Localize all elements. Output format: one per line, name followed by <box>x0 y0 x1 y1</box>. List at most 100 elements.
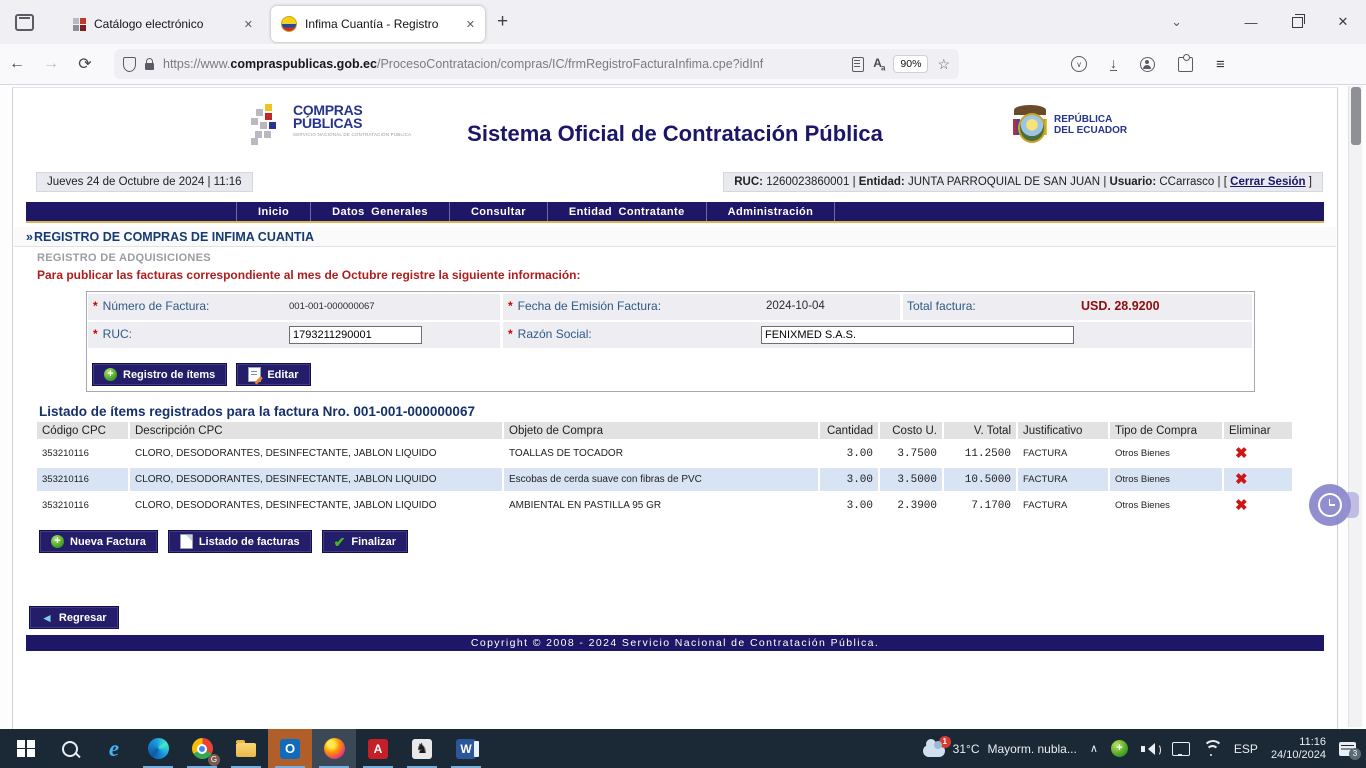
window-close-button[interactable]: ✕ <box>1320 0 1366 44</box>
notification-center-icon[interactable]: 3 <box>1339 742 1356 756</box>
tracking-shield-icon[interactable] <box>123 57 136 72</box>
total-value: USD. 28.9200 <box>1081 299 1160 313</box>
edge-icon <box>148 738 169 759</box>
tab-infima-cuantia[interactable]: Infima Cuantía - Registro ✕ <box>271 6 485 42</box>
translate-icon[interactable]: Aa <box>873 56 884 72</box>
taskbar-file-explorer[interactable] <box>224 729 268 768</box>
taskbar-acrobat[interactable]: A <box>356 729 400 768</box>
display-connect-icon[interactable] <box>1172 742 1190 756</box>
breadcrumb: » REGISTRO DE COMPRAS DE INFIMA CUANTIA <box>14 227 1336 247</box>
bird-app-icon: ♞ <box>412 739 432 759</box>
downloads-icon[interactable]: ↓ <box>1110 57 1117 71</box>
list-tabs-chevron-icon[interactable]: ⌄ <box>1171 14 1182 30</box>
nav-item-inicio[interactable]: Inicio <box>236 202 310 221</box>
scrollbar-thumb[interactable] <box>1351 87 1361 145</box>
extensions-icon[interactable] <box>1178 57 1193 72</box>
search-icon <box>62 741 78 757</box>
edit-button[interactable]: Editar <box>236 363 310 386</box>
ecuador-coat-of-arms-icon <box>1013 105 1047 145</box>
weather-alert-badge: 1 <box>939 736 951 748</box>
plus-icon: + <box>51 535 64 548</box>
finish-button[interactable]: ✔Finalizar <box>322 530 408 553</box>
window-minimize-button[interactable]: — <box>1228 0 1274 44</box>
wifi-icon[interactable] <box>1203 742 1221 756</box>
ecuador-favicon <box>281 16 297 32</box>
account-icon[interactable] <box>1140 57 1155 72</box>
taskbar-outlook-active[interactable]: O <box>268 729 312 768</box>
chrome-profile-badge: G <box>208 754 220 766</box>
taskbar-projectlibre[interactable]: ♞ <box>400 729 444 768</box>
back-button[interactable]: ← <box>0 55 34 73</box>
delete-item-icon[interactable]: ✖ <box>1235 446 1248 461</box>
table-row: 353210116 CLORO, DESODORANTES, DESINFECT… <box>37 441 1293 467</box>
address-bar[interactable]: https://www.compraspublicas.gob.ec/Proce… <box>114 49 959 79</box>
page-title: Sistema Oficial de Contratación Pública <box>13 121 1337 147</box>
invoice-number-label: *Número de Factura: <box>93 299 209 313</box>
lock-icon[interactable] <box>145 63 154 70</box>
reader-mode-icon[interactable] <box>852 57 864 72</box>
tab-close-icon[interactable]: ✕ <box>244 18 253 31</box>
nav-item-entidad-contratante[interactable]: Entidad Contratante <box>547 202 706 221</box>
taskbar-internet-explorer[interactable]: e <box>92 729 136 768</box>
language-indicator[interactable]: ESP <box>1234 742 1258 756</box>
weather-widget[interactable]: 1 31°C Mayorm. nubla... <box>923 740 1077 757</box>
tab-close-icon[interactable]: ✕ <box>466 18 475 31</box>
outlook-icon: O <box>280 739 300 759</box>
nav-gold-underline <box>26 221 1324 223</box>
zoom-level-badge[interactable]: 90% <box>893 55 928 73</box>
register-items-button[interactable]: +Registro de ítems <box>92 363 227 386</box>
window-restore-button[interactable] <box>1274 0 1320 44</box>
ruc-input[interactable] <box>289 326 422 344</box>
items-list-title: Listado de ítems registrados para la fac… <box>39 404 475 419</box>
breadcrumb-title: REGISTRO DE COMPRAS DE INFIMA CUANTIA <box>34 230 314 244</box>
weather-desc: Mayorm. nubla... <box>987 742 1076 756</box>
hamburger-menu-icon[interactable]: ≡ <box>1216 56 1225 73</box>
start-button[interactable] <box>4 729 48 768</box>
ruc-label: *RUC: <box>93 327 132 341</box>
taskbar-word[interactable]: W <box>444 729 488 768</box>
tray-expand-chevron-icon[interactable]: ∧ <box>1090 742 1098 755</box>
new-invoice-button[interactable]: +Nueva Factura <box>39 530 158 553</box>
tray-time: 11:16 <box>1271 736 1326 749</box>
nav-item-datos-generales[interactable]: Datos Generales <box>310 202 449 221</box>
tab-catalogo-electronico[interactable]: Catálogo electrónico ✕ <box>63 6 263 42</box>
nav-item-administracion[interactable]: Administración <box>706 202 836 221</box>
volume-icon[interactable] <box>1141 742 1159 756</box>
page-viewport: COMPRASPÚBLICAS SERVICIO NACIONAL DE CON… <box>0 85 1366 729</box>
taskbar-clock[interactable]: 11:16 24/10/2024 <box>1271 736 1326 762</box>
windows-taskbar: e G O A ♞ W 1 31°C Mayorm. nubla... ∧ + … <box>0 729 1366 768</box>
col-tipo-compra: Tipo de Compra <box>1109 422 1223 441</box>
delete-item-icon[interactable]: ✖ <box>1235 472 1248 487</box>
delete-item-icon[interactable]: ✖ <box>1235 498 1248 513</box>
new-tab-button[interactable]: + <box>497 11 508 33</box>
taskbar-edge[interactable] <box>136 729 180 768</box>
pocket-icon[interactable]: ∨ <box>1071 56 1087 72</box>
taskbar-chrome[interactable]: G <box>180 729 224 768</box>
back-page-button[interactable]: ◄Regresar <box>29 606 119 629</box>
firefox-view-button[interactable] <box>9 7 39 37</box>
taskbar-firefox-active[interactable] <box>312 729 356 768</box>
invoice-list-button[interactable]: Listado de facturas <box>168 530 312 553</box>
bookmark-star-icon[interactable]: ☆ <box>937 56 950 73</box>
firefox-view-icon <box>15 14 34 31</box>
reload-button[interactable]: ⟳ <box>68 54 102 74</box>
tray-date: 24/10/2024 <box>1271 749 1326 762</box>
edit-icon <box>248 367 261 382</box>
date-time-box: Jueves 24 de Octubre de 2024 | 11:16 <box>36 172 253 192</box>
taskbar-search-button[interactable] <box>48 729 92 768</box>
nav-item-consultar[interactable]: Consultar <box>449 202 547 221</box>
logout-link[interactable]: Cerrar Sesión <box>1230 176 1305 188</box>
windows-logo-icon <box>17 740 35 758</box>
weather-temp: 31°C <box>953 742 980 756</box>
forward-button[interactable]: → <box>34 55 68 73</box>
clock-icon <box>1318 493 1342 517</box>
page-scrollbar[interactable] <box>1348 86 1362 727</box>
col-justificativo: Justificativo <box>1017 422 1109 441</box>
col-cantidad: Cantidad <box>819 422 879 441</box>
total-label: Total factura: <box>907 299 976 313</box>
back-arrow-icon: ◄ <box>41 612 53 624</box>
razon-social-input[interactable] <box>761 326 1074 344</box>
antivirus-tray-icon[interactable]: + <box>1111 740 1128 757</box>
timer-overlay-widget[interactable] <box>1309 484 1351 526</box>
check-icon: ✔ <box>334 535 346 549</box>
